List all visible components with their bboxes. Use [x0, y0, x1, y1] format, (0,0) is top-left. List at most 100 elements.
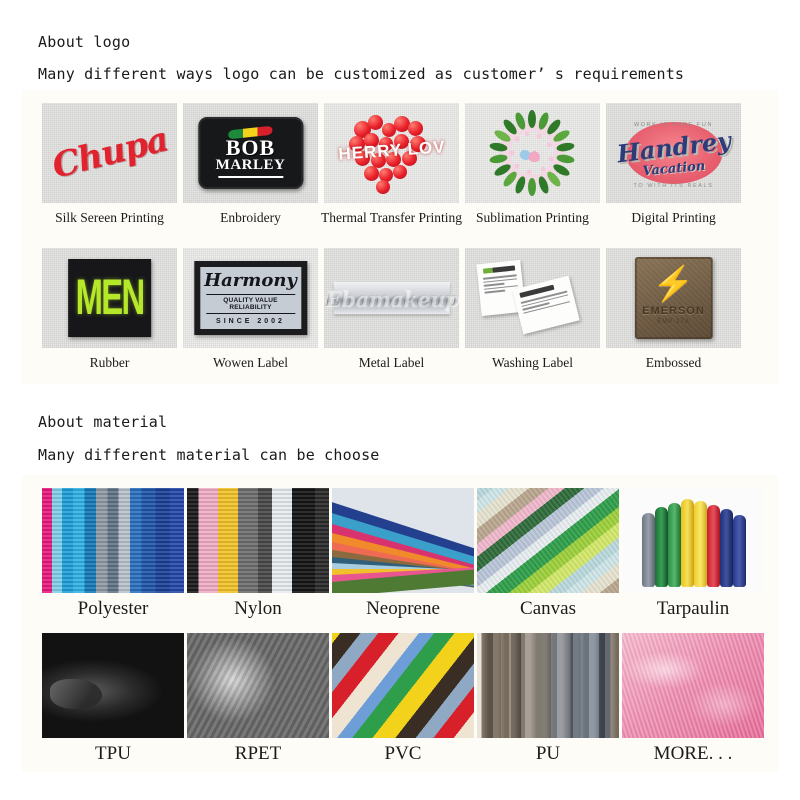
material-item-label: Polyester: [77, 598, 149, 619]
neoprene-swatch: [332, 488, 474, 593]
material-item-nylon[interactable]: Nylon: [187, 488, 329, 620]
embroidery-thumbnail: BOB MARLEY: [183, 103, 318, 203]
material-item-tarpaulin[interactable]: Tarpaulin: [622, 488, 764, 620]
logo-item-metal-label[interactable]: Ebamakeup Metal Label: [324, 248, 459, 371]
emerson-sub-text: EMP-27A: [657, 318, 690, 325]
about-material-subheading: Many different material can be choose: [38, 446, 380, 464]
material-grid-row1: Polyester Nylon Neoprene Canvas Tarpauli…: [42, 488, 764, 620]
material-item-pvc[interactable]: PVC: [332, 633, 474, 765]
logo-item-label: Rubber: [89, 355, 130, 370]
men-text: MEN: [75, 269, 146, 325]
material-item-label: Tarpaulin: [656, 598, 730, 619]
lightning-bolt-icon: ⚡: [652, 266, 695, 304]
logo-item-embroidery[interactable]: BOB MARLEY Enbroidery: [183, 103, 318, 226]
woven-label-thumbnail: Harmony QUALITY VALUE RELIABILITY SINCE …: [183, 248, 318, 348]
logo-item-washing-label[interactable]: Washing Label: [465, 248, 600, 371]
knit-texture: [187, 488, 329, 593]
canvas-weave-texture: [477, 488, 619, 593]
thermal-transfer-thumbnail: HERRY LOV: [324, 103, 459, 203]
material-row: Polyester Nylon Neoprene Canvas Tarpauli…: [42, 488, 764, 620]
logo-item-digital-printing[interactable]: WORK IS PURE FUN Handrey Vacation TO WIT…: [606, 103, 741, 226]
rubber-thumbnail: MEN: [42, 248, 177, 348]
badge-arc-top-text: WORK IS PURE FUN: [633, 122, 714, 128]
emerson-text: EMERSON: [642, 304, 705, 317]
polyester-swatch: [42, 488, 184, 593]
material-item-canvas[interactable]: Canvas: [477, 488, 619, 620]
material-row: TPU RPET PVC PU MORE. . .: [42, 633, 764, 765]
pu-roll-shading: [477, 633, 619, 738]
logo-row: Chupa Silk Sereen Printing BOB MARLEY En…: [42, 103, 741, 226]
logo-item-sublimation[interactable]: Sublimation Printing: [465, 103, 600, 226]
material-item-more[interactable]: MORE. . .: [622, 633, 764, 765]
material-item-label: PU: [535, 743, 561, 764]
ebamakeup-text: Ebamakeup: [324, 285, 459, 311]
rpet-swatch: [187, 633, 329, 738]
logo-item-label: Sublimation Printing: [476, 210, 589, 225]
about-logo-heading: About logo: [38, 33, 131, 51]
rpet-texture: [187, 633, 329, 738]
patch-underline: [217, 176, 284, 179]
material-grid-row2: TPU RPET PVC PU MORE. . .: [42, 633, 764, 765]
patch-text-bob: BOB: [225, 134, 276, 160]
material-item-neoprene[interactable]: Neoprene: [332, 488, 474, 620]
bob-marley-patch: BOB MARLEY: [197, 117, 304, 189]
material-item-label: MORE. . .: [653, 743, 733, 764]
logo-item-label: Digital Printing: [631, 210, 716, 225]
digital-printing-thumbnail: WORK IS PURE FUN Handrey Vacation TO WIT…: [606, 103, 741, 203]
more-swatch: [622, 633, 764, 738]
logo-grid-row1: Chupa Silk Sereen Printing BOB MARLEY En…: [42, 103, 741, 226]
tpu-swatch: [42, 633, 184, 738]
tarpaulin-swatch: [622, 488, 764, 593]
tpu-fold: [50, 679, 102, 709]
logo-row: MEN Rubber Harmony QUALITY VALUE RELIABI…: [42, 248, 741, 371]
material-item-label: Nylon: [234, 598, 282, 619]
logo-item-silk-screen[interactable]: Chupa Silk Sereen Printing: [42, 103, 177, 226]
logo-item-rubber[interactable]: MEN Rubber: [42, 248, 177, 371]
logo-item-label: Washing Label: [491, 355, 573, 370]
logo-item-embossed[interactable]: ⚡ EMERSON EMP-27A Embossed: [606, 248, 741, 371]
floral-wreath-artwork: [489, 110, 575, 196]
material-item-label: Neoprene: [366, 598, 440, 619]
logo-item-label: Wowen Label: [212, 355, 288, 370]
pvc-swatch: [332, 633, 474, 738]
neoprene-fan-pattern: [332, 488, 474, 593]
material-item-label: TPU: [95, 743, 131, 764]
since-text: SINCE 2002: [216, 317, 285, 325]
logo-item-label: Enbroidery: [220, 210, 281, 225]
washing-label-thumbnail: [465, 248, 600, 348]
material-item-label: PVC: [384, 743, 422, 764]
knit-texture: [42, 488, 184, 593]
logo-item-woven-label[interactable]: Harmony QUALITY VALUE RELIABILITY SINCE …: [183, 248, 318, 371]
metal-label-thumbnail: Ebamakeup: [324, 248, 459, 348]
harmony-text: Harmony: [204, 269, 297, 291]
material-item-tpu[interactable]: TPU: [42, 633, 184, 765]
logo-item-label: Silk Sereen Printing: [55, 210, 164, 225]
about-material-heading: About material: [38, 413, 168, 431]
logo-item-label: Metal Label: [358, 355, 425, 370]
logo-item-label: Thermal Transfer Printing: [321, 210, 462, 225]
embossed-thumbnail: ⚡ EMERSON EMP-27A: [606, 248, 741, 348]
material-item-label: RPET: [234, 743, 282, 764]
rubber-patch: MEN: [67, 259, 152, 337]
sublimation-thumbnail: [465, 103, 600, 203]
about-logo-subheading: Many different ways logo can be customiz…: [38, 65, 685, 83]
woven-label: Harmony QUALITY VALUE RELIABILITY SINCE …: [193, 261, 308, 335]
embossed-leather-patch: ⚡ EMERSON EMP-27A: [634, 257, 713, 339]
material-item-rpet[interactable]: RPET: [187, 633, 329, 765]
tarpaulin-rolls: [622, 488, 764, 593]
logo-item-label: Embossed: [645, 355, 702, 370]
plush-fur-pattern: [622, 633, 764, 738]
canvas-swatch: [477, 488, 619, 593]
silk-screen-thumbnail: Chupa: [42, 103, 177, 203]
badge-arc-bottom-text: TO WITH ITS REALS: [633, 183, 714, 189]
quality-value-reliability-text: QUALITY VALUE RELIABILITY: [205, 293, 296, 314]
material-item-pu[interactable]: PU: [477, 633, 619, 765]
material-item-polyester[interactable]: Polyester: [42, 488, 184, 620]
pvc-stripe-pattern: [332, 633, 474, 738]
metal-plate: Ebamakeup: [325, 282, 459, 314]
logo-item-thermal-transfer[interactable]: HERRY LOV Thermal Transfer Printing: [321, 103, 462, 226]
catalog-page: About logo Many different ways logo can …: [0, 0, 800, 800]
logo-grid-row2: MEN Rubber Harmony QUALITY VALUE RELIABI…: [42, 248, 741, 371]
patch-text-marley: MARLEY: [215, 157, 286, 174]
material-item-label: Canvas: [520, 598, 576, 619]
